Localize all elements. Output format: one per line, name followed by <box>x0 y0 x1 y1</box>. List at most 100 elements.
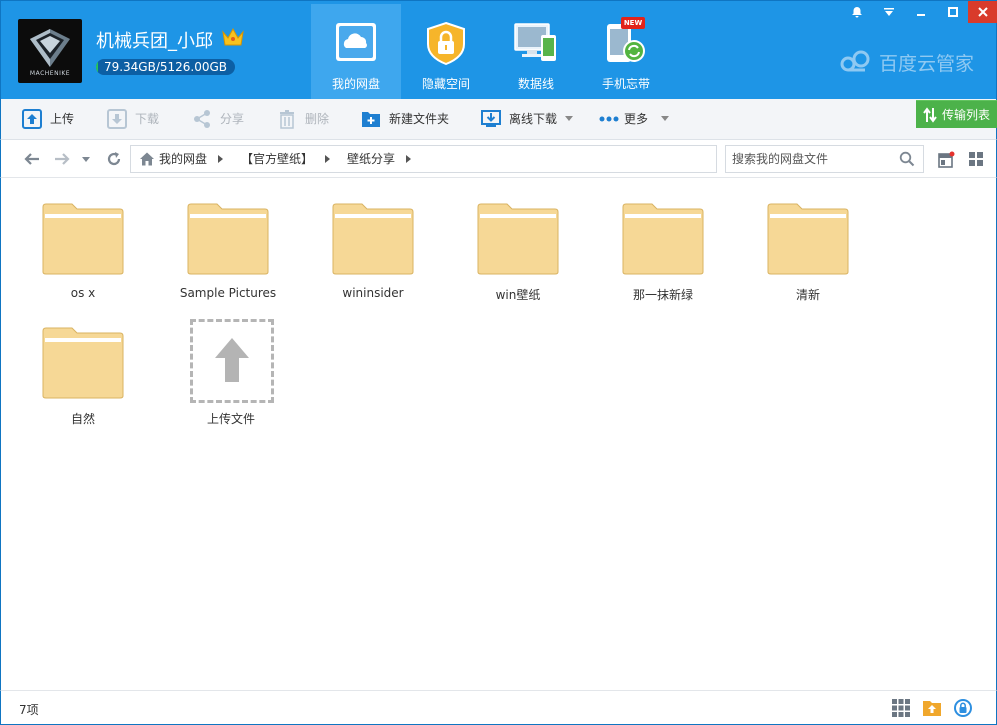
address-bar: 我的网盘 【官方壁纸】 壁纸分享 <box>0 140 997 178</box>
folder-icon <box>42 203 124 275</box>
logo-text: MACHENIKE <box>29 70 71 77</box>
back-button[interactable] <box>22 149 42 169</box>
download-icon <box>107 109 127 129</box>
grid-view-icon[interactable] <box>968 151 984 167</box>
upload-file-tile[interactable]: 上传文件 <box>176 319 286 429</box>
folder-icon <box>42 327 124 399</box>
upload-arrow-icon <box>215 338 249 382</box>
folder-name: wininsider <box>342 286 404 300</box>
close-icon <box>978 7 988 17</box>
transfer-icon <box>923 107 937 123</box>
lock-icon <box>427 21 465 66</box>
folder-icon <box>187 203 269 275</box>
new-folder-label: 新建文件夹 <box>389 112 450 126</box>
breadcrumb-item[interactable]: 我的网盘 <box>159 146 207 172</box>
offline-download-button[interactable]: 离线下载 <box>481 99 576 139</box>
delete-label: 删除 <box>305 112 330 126</box>
tab-label: 数据线 <box>517 77 554 91</box>
maximize-button[interactable] <box>938 1 968 23</box>
folder-name: win壁纸 <box>495 288 541 302</box>
folder-name: 那一抹新绿 <box>632 288 693 302</box>
folder-item[interactable]: 那一抹新绿 <box>608 203 718 313</box>
new-folder-button[interactable]: 新建文件夹 <box>361 99 456 139</box>
more-icon <box>599 116 619 122</box>
home-icon[interactable] <box>139 151 155 167</box>
folder-item[interactable]: wininsider <box>318 203 428 313</box>
bell-icon <box>852 7 862 18</box>
folder-item[interactable]: Sample Pictures <box>173 203 283 313</box>
file-area: os x Sample Pictures wininsider win壁纸 那一… <box>0 178 997 690</box>
trash-icon <box>280 110 294 129</box>
folder-item[interactable]: 自然 <box>28 327 138 437</box>
status-bar: 7项 <box>0 690 997 725</box>
transfer-list-button[interactable]: 传输列表 <box>916 100 997 128</box>
breadcrumb-item[interactable]: 【官方壁纸】 <box>241 146 313 172</box>
username[interactable]: 机械兵团_小邱 <box>96 27 213 53</box>
folder-icon <box>767 203 849 275</box>
tab-data-cable[interactable]: 数据线 <box>491 4 581 100</box>
avatar[interactable]: MACHENIKE <box>18 19 82 83</box>
tab-my-disk[interactable]: 我的网盘 <box>311 4 401 100</box>
search-input[interactable] <box>732 150 892 168</box>
more-label: 更多 <box>624 112 649 126</box>
thumbnail-view-icon[interactable] <box>891 698 911 718</box>
upload-icon <box>22 109 42 129</box>
minimize-icon <box>917 14 925 16</box>
breadcrumb-item[interactable]: 壁纸分享 <box>347 146 395 172</box>
delete-button[interactable]: 删除 <box>277 99 337 139</box>
tab-hidden-space[interactable]: 隐藏空间 <box>401 4 491 100</box>
forward-button[interactable] <box>52 149 72 169</box>
download-button[interactable]: 下载 <box>107 99 167 139</box>
folder-icon <box>622 203 704 275</box>
menu-button[interactable] <box>874 1 904 23</box>
menu-down-icon <box>884 8 894 16</box>
baidu-cloud-logo-icon <box>840 50 870 72</box>
search-icon[interactable] <box>899 151 915 167</box>
window-view-icon[interactable] <box>938 151 955 168</box>
close-button[interactable] <box>968 1 997 23</box>
chevron-right-icon[interactable] <box>218 155 223 163</box>
folder-name: 自然 <box>70 412 95 426</box>
tab-label: 手机忘带 <box>601 77 650 91</box>
lock-status-icon[interactable] <box>953 698 973 718</box>
tab-label: 我的网盘 <box>331 77 380 91</box>
toolbar: 上传 下载 分享 删除 新建文件夹 离线下载 更多 <box>0 99 997 140</box>
refresh-button[interactable] <box>104 149 124 169</box>
download-label: 下载 <box>135 112 160 126</box>
item-count: 7项 <box>19 703 39 717</box>
chevron-down-icon <box>661 116 669 121</box>
maximize-icon <box>948 7 958 17</box>
notification-button[interactable] <box>842 1 872 23</box>
brand-name: 百度云管家 <box>879 53 975 75</box>
quota-text: 79.34GB/5126.00GB <box>103 60 228 74</box>
share-icon <box>194 110 210 128</box>
cloud-icon <box>336 23 376 61</box>
folder-item[interactable]: os x <box>28 203 138 313</box>
chevron-right-icon[interactable] <box>325 155 330 163</box>
devices-icon <box>514 23 556 61</box>
offline-download-label: 离线下载 <box>509 112 558 126</box>
history-dropdown-icon[interactable] <box>82 157 90 162</box>
quota-bar: 79.34GB/5126.00GB <box>96 59 235 75</box>
chevron-right-icon[interactable] <box>406 155 411 163</box>
upload-dropzone[interactable] <box>190 319 274 403</box>
folder-item[interactable]: 清新 <box>753 203 863 313</box>
tab-label: 隐藏空间 <box>421 77 470 91</box>
folder-name: os x <box>70 286 96 300</box>
minimize-button[interactable] <box>906 1 936 23</box>
folder-name: 清新 <box>795 288 820 302</box>
vip-crown-icon[interactable] <box>221 26 245 48</box>
folder-upload-icon[interactable] <box>922 698 942 718</box>
breadcrumb: 我的网盘 【官方壁纸】 壁纸分享 <box>130 145 717 173</box>
more-button[interactable]: 更多 <box>599 99 674 139</box>
transfer-list-label: 传输列表 <box>942 108 991 122</box>
folder-item[interactable]: win壁纸 <box>463 203 573 313</box>
upload-label: 上传 <box>50 112 75 126</box>
upload-button[interactable]: 上传 <box>22 99 82 139</box>
search-box <box>725 145 924 173</box>
folder-name: Sample Pictures <box>179 286 277 300</box>
share-button[interactable]: 分享 <box>192 99 252 139</box>
folder-icon <box>332 203 414 275</box>
share-label: 分享 <box>220 112 245 126</box>
upload-file-label: 上传文件 <box>206 412 255 426</box>
